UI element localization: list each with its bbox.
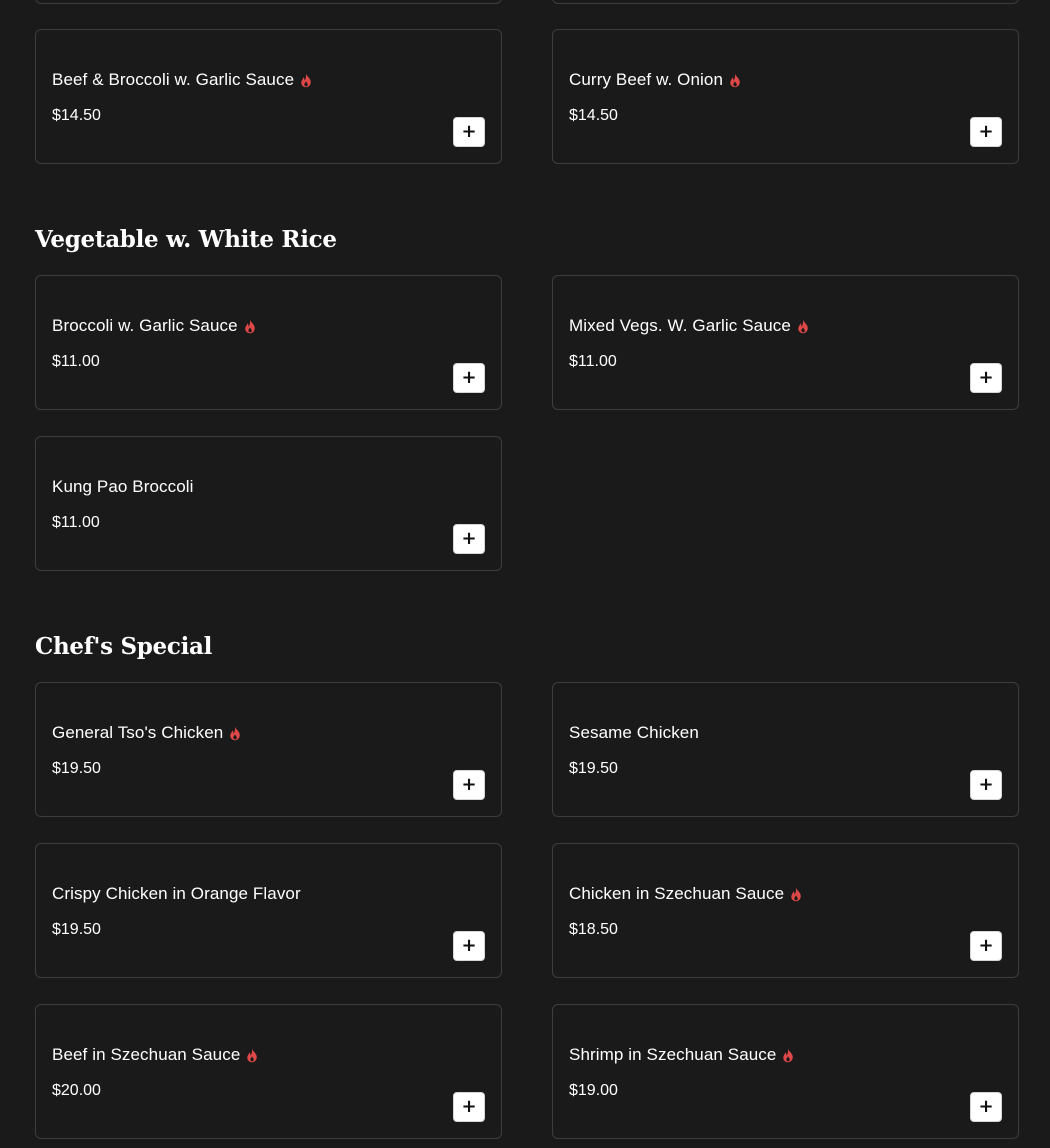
add-to-cart-button[interactable]: + bbox=[453, 117, 485, 147]
item-price: $19.50 bbox=[569, 760, 618, 777]
item-name: Broccoli w. Garlic Sauce bbox=[52, 316, 256, 336]
plus-icon: + bbox=[978, 121, 994, 142]
flame-icon bbox=[798, 319, 808, 333]
item-price: $19.50 bbox=[52, 921, 101, 938]
item-name: Kung Pao Broccoli bbox=[52, 477, 194, 496]
flame-icon bbox=[247, 1048, 258, 1062]
menu-item-card[interactable]: Sesame Chicken $19.50 + bbox=[552, 682, 1019, 817]
flame-icon bbox=[301, 73, 311, 87]
plus-icon: + bbox=[461, 935, 477, 956]
add-to-cart-button[interactable]: + bbox=[453, 363, 485, 393]
plus-icon: + bbox=[461, 121, 477, 142]
menu-item-card[interactable]: Curry Beef w. Onion $14.50 + bbox=[552, 29, 1019, 164]
item-name: Curry Beef w. Onion bbox=[569, 70, 741, 90]
plus-icon: + bbox=[978, 774, 994, 795]
flame-icon bbox=[730, 73, 740, 87]
add-to-cart-button[interactable]: + bbox=[970, 770, 1002, 800]
add-to-cart-button[interactable]: + bbox=[453, 524, 485, 554]
item-name: Sesame Chicken bbox=[569, 723, 699, 742]
menu-item-card[interactable]: Chicken in Szechuan Sauce $18.50 + bbox=[552, 843, 1019, 978]
menu-item-card[interactable]: General Tso's Chicken $19.50 + bbox=[35, 682, 502, 817]
add-to-cart-button[interactable]: + bbox=[970, 117, 1002, 147]
plus-icon: + bbox=[461, 774, 477, 795]
item-price: $18.50 bbox=[569, 921, 618, 938]
flame-icon bbox=[244, 319, 255, 333]
item-price: $14.50 bbox=[52, 107, 101, 124]
section-title: Vegetable w. White Rice bbox=[35, 226, 337, 253]
item-price: $19.00 bbox=[569, 1082, 618, 1099]
item-name: Beef & Broccoli w. Garlic Sauce bbox=[52, 70, 312, 90]
flame-icon bbox=[783, 1048, 794, 1062]
add-to-cart-button[interactable]: + bbox=[970, 363, 1002, 393]
item-price: $11.00 bbox=[569, 353, 617, 370]
item-name: Chicken in Szechuan Sauce bbox=[569, 884, 802, 904]
plus-icon: + bbox=[978, 367, 994, 388]
menu-item-card[interactable]: Crispy Chicken in Orange Flavor $19.50 + bbox=[35, 843, 502, 978]
menu-item-card[interactable]: Shrimp in Szechuan Sauce $19.00 + bbox=[552, 1004, 1019, 1139]
item-price: $11.00 bbox=[52, 514, 100, 531]
item-price: $20.00 bbox=[52, 1082, 101, 1099]
menu-item-card[interactable]: Broccoli w. Garlic Sauce $11.00 + bbox=[35, 275, 502, 410]
menu-item-card-cutoff[interactable] bbox=[552, 0, 1019, 4]
item-name: Beef in Szechuan Sauce bbox=[52, 1045, 258, 1065]
section-title: Chef's Special bbox=[35, 633, 213, 660]
item-price: $14.50 bbox=[569, 107, 618, 124]
menu-item-card[interactable]: Beef in Szechuan Sauce $20.00 + bbox=[35, 1004, 502, 1139]
plus-icon: + bbox=[978, 1096, 994, 1117]
item-name: Shrimp in Szechuan Sauce bbox=[569, 1045, 794, 1065]
item-price: $11.00 bbox=[52, 353, 100, 370]
menu-item-card[interactable]: Mixed Vegs. W. Garlic Sauce $11.00 + bbox=[552, 275, 1019, 410]
flame-icon bbox=[791, 887, 801, 901]
plus-icon: + bbox=[978, 935, 994, 956]
menu-item-card[interactable]: Kung Pao Broccoli $11.00 + bbox=[35, 436, 502, 571]
plus-icon: + bbox=[461, 367, 477, 388]
add-to-cart-button[interactable]: + bbox=[453, 931, 485, 961]
item-name: General Tso's Chicken bbox=[52, 723, 241, 743]
add-to-cart-button[interactable]: + bbox=[453, 770, 485, 800]
menu-item-card-cutoff[interactable] bbox=[35, 0, 502, 4]
item-name: Mixed Vegs. W. Garlic Sauce bbox=[569, 316, 809, 336]
plus-icon: + bbox=[461, 1096, 477, 1117]
add-to-cart-button[interactable]: + bbox=[453, 1092, 485, 1122]
plus-icon: + bbox=[461, 528, 477, 549]
item-name: Crispy Chicken in Orange Flavor bbox=[52, 884, 301, 903]
menu-item-card[interactable]: Beef & Broccoli w. Garlic Sauce $14.50 + bbox=[35, 29, 502, 164]
flame-icon bbox=[230, 726, 241, 740]
item-price: $19.50 bbox=[52, 760, 101, 777]
add-to-cart-button[interactable]: + bbox=[970, 931, 1002, 961]
add-to-cart-button[interactable]: + bbox=[970, 1092, 1002, 1122]
